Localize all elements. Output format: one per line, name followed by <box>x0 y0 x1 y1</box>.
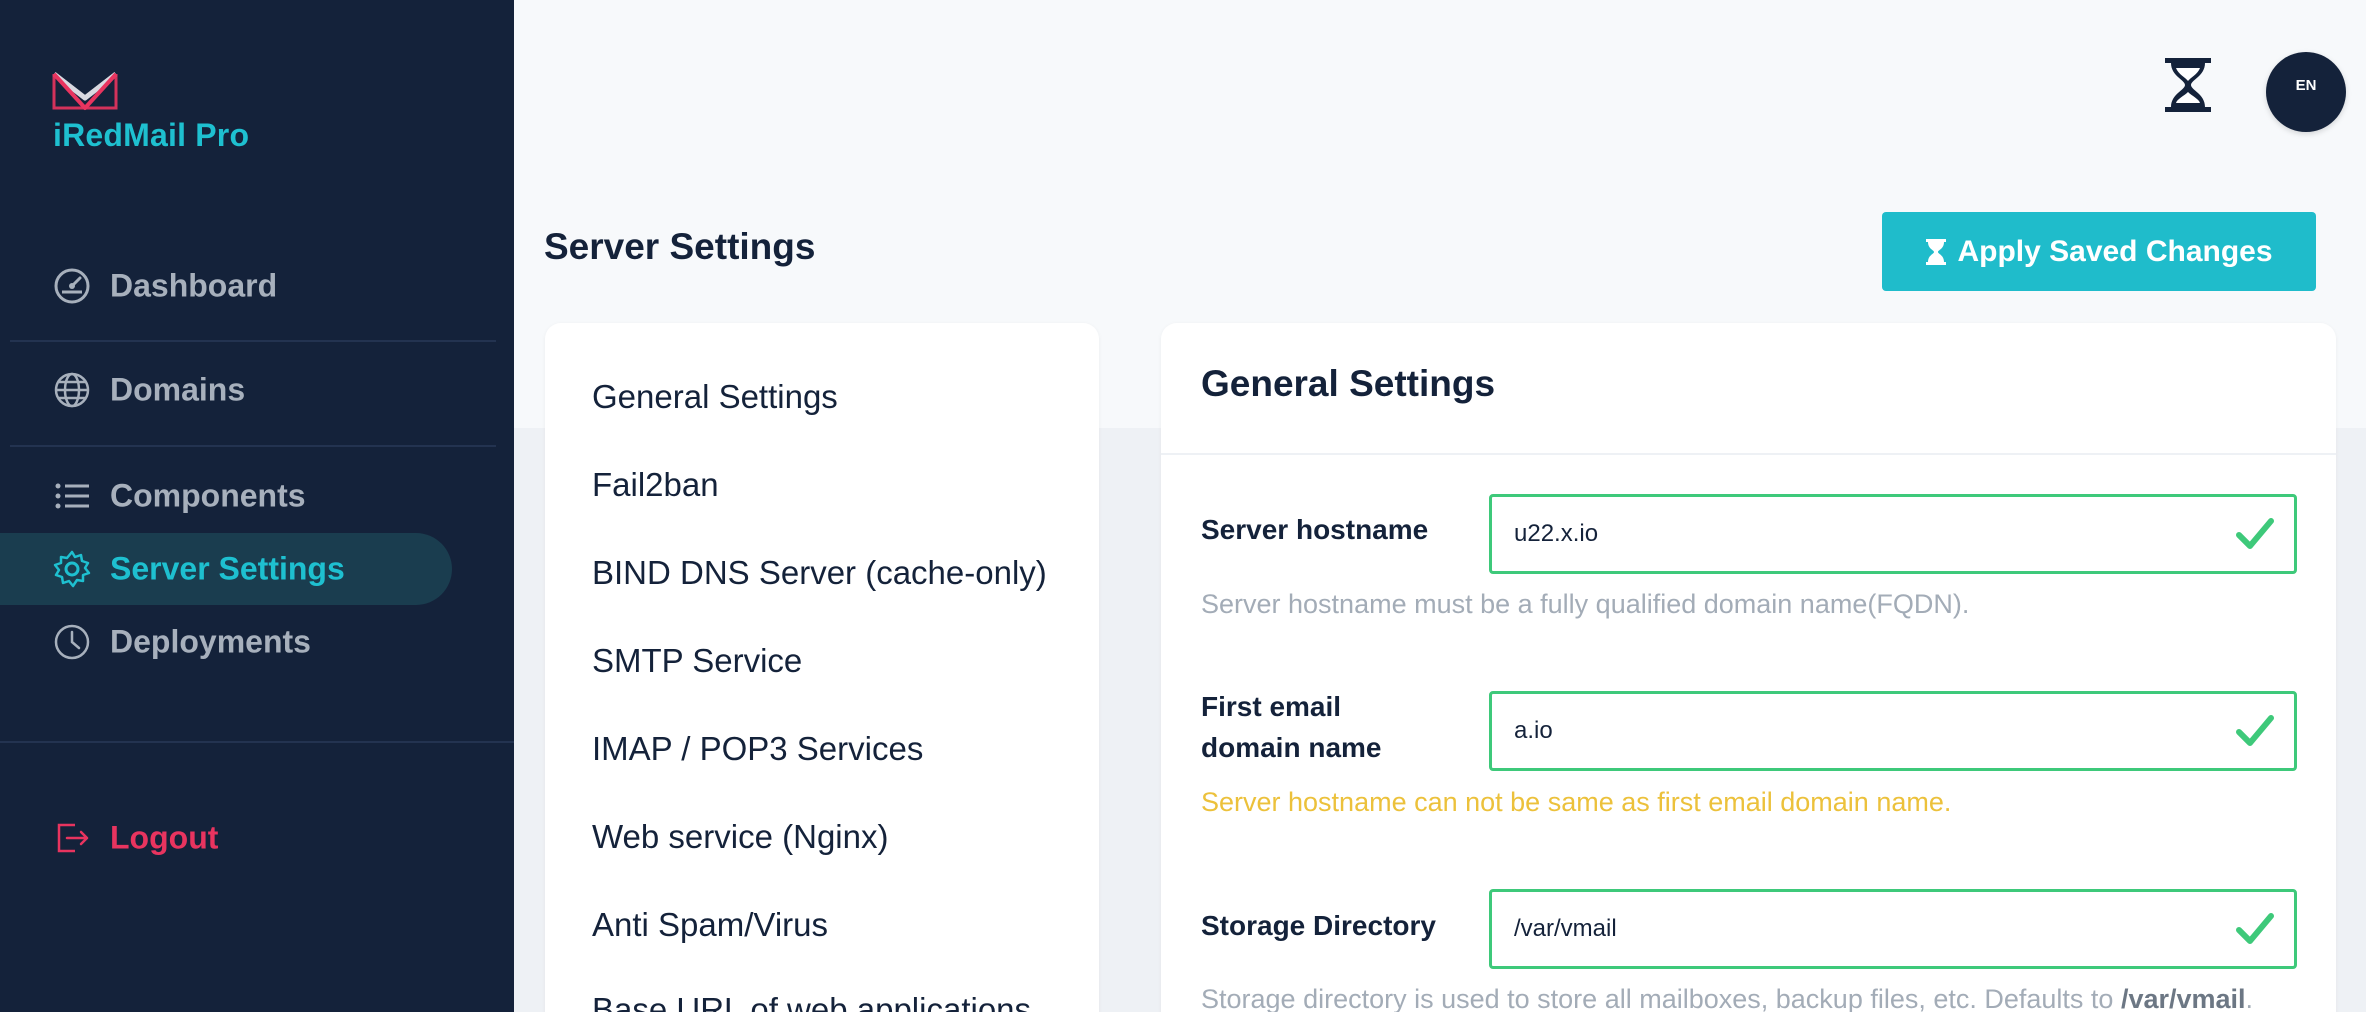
app-name[interactable]: iRedMail Pro <box>53 117 249 154</box>
hourglass-icon[interactable] <box>2163 56 2213 114</box>
hourglass-icon <box>1926 238 1947 265</box>
check-icon <box>2236 715 2274 746</box>
first-domain-label: First email domain name <box>1201 686 1381 768</box>
first-domain-label-line1: First email <box>1201 691 1342 722</box>
storage-field[interactable] <box>1489 889 2297 969</box>
settings-menu-item-general[interactable]: General Settings <box>592 378 838 416</box>
language-switch-button[interactable]: EN <box>2266 52 2346 132</box>
first-domain-field[interactable] <box>1489 691 2297 771</box>
globe-icon <box>54 372 90 408</box>
storage-hint-text: Storage directory is used to store all m… <box>1201 984 2121 1012</box>
sidebar-item-deployments[interactable]: Deployments <box>0 606 452 678</box>
sidebar-divider <box>0 741 514 743</box>
settings-menu-item-imap-pop3[interactable]: IMAP / POP3 Services <box>592 730 923 768</box>
first-domain-input[interactable] <box>1514 694 2214 768</box>
dashboard-gauge-icon <box>54 268 90 304</box>
logout-label: Logout <box>110 819 219 856</box>
page-title: Server Settings <box>544 226 816 267</box>
hostname-hint: Server hostname must be a fully qualifie… <box>1201 589 1970 619</box>
sidebar: iRedMail Pro Dashboard Domains Component… <box>0 0 514 1012</box>
sidebar-divider <box>10 340 496 342</box>
logout-button[interactable]: Logout <box>0 802 452 874</box>
settings-menu: General Settings Fail2ban BIND DNS Serve… <box>545 323 1099 1012</box>
sidebar-item-server-settings[interactable]: Server Settings <box>0 533 452 605</box>
list-icon <box>55 483 89 509</box>
sidebar-item-components[interactable]: Components <box>0 460 452 532</box>
apply-button-label: Apply Saved Changes <box>1957 234 2273 268</box>
general-settings-panel: General Settings Server hostname Server … <box>1161 323 2336 1012</box>
sidebar-item-label: Deployments <box>110 623 311 660</box>
hostname-input[interactable] <box>1514 497 2214 571</box>
apply-saved-changes-button[interactable]: Apply Saved Changes <box>1882 212 2316 291</box>
settings-menu-item-fail2ban[interactable]: Fail2ban <box>592 466 719 504</box>
settings-menu-item-anti-spam[interactable]: Anti Spam/Virus <box>592 906 828 944</box>
first-domain-warning: Server hostname can not be same as first… <box>1201 787 1952 817</box>
check-icon <box>2236 913 2274 944</box>
gear-icon <box>53 550 91 588</box>
sidebar-item-label: Domains <box>110 371 246 408</box>
settings-menu-item-bind-dns[interactable]: BIND DNS Server (cache-only) <box>592 554 1047 592</box>
sidebar-divider <box>10 445 496 447</box>
sidebar-item-domains[interactable]: Domains <box>0 354 452 426</box>
storage-hint: Storage directory is used to store all m… <box>1201 984 2253 1012</box>
storage-hint-suffix: . <box>2245 984 2254 1012</box>
sidebar-item-label: Server Settings <box>110 550 345 587</box>
panel-divider <box>1161 453 2336 455</box>
check-icon <box>2236 518 2274 549</box>
sidebar-item-dashboard[interactable]: Dashboard <box>0 250 452 322</box>
settings-menu-item-base-url[interactable]: Base URL of web applications <box>592 991 1031 1012</box>
first-domain-label-line2: domain name <box>1201 732 1382 763</box>
storage-label: Storage Directory <box>1201 910 1436 941</box>
hostname-field[interactable] <box>1489 494 2297 574</box>
sidebar-item-label: Dashboard <box>110 267 278 304</box>
logout-icon <box>57 823 89 853</box>
settings-menu-item-smtp[interactable]: SMTP Service <box>592 642 802 680</box>
clock-icon <box>54 624 90 660</box>
sidebar-item-label: Components <box>110 477 306 514</box>
settings-menu-item-nginx[interactable]: Web service (Nginx) <box>592 818 888 856</box>
panel-title: General Settings <box>1201 363 1496 404</box>
hostname-label: Server hostname <box>1201 514 1429 545</box>
iredmail-logo-icon[interactable] <box>52 68 118 112</box>
storage-hint-default: /var/vmail <box>2120 984 2246 1012</box>
storage-input[interactable] <box>1514 892 2214 966</box>
